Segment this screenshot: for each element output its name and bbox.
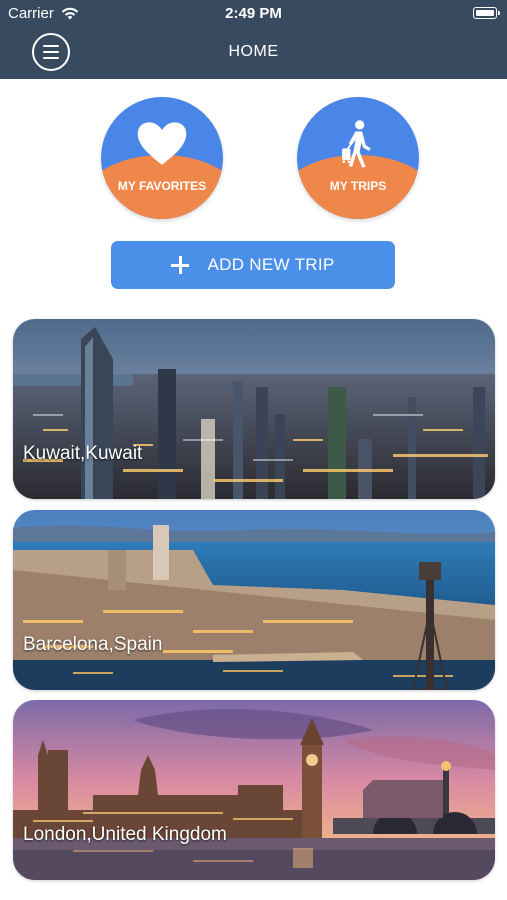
my-trips-label: MY TRIPS (329, 179, 387, 193)
add-new-trip-button[interactable]: ADD NEW TRIP (111, 241, 395, 289)
trip-title: London,United Kingdom (23, 824, 227, 845)
trip-card-barcelona[interactable]: Barcelona,Spain (13, 510, 495, 690)
battery-icon (473, 7, 500, 19)
plus-icon (171, 256, 190, 274)
city-photo (13, 700, 495, 880)
trip-title: Barcelona,Spain (23, 634, 163, 655)
city-photo (13, 319, 495, 499)
trip-card-london[interactable]: London,United Kingdom (13, 700, 495, 880)
my-favorites-label: MY FAVORITES (117, 179, 207, 193)
traveler-icon (342, 120, 371, 168)
my-favorites-button[interactable]: MY FAVORITES (101, 97, 223, 219)
status-time: 2:49 PM (225, 5, 282, 22)
trip-title: Kuwait,Kuwait (23, 443, 143, 464)
add-new-trip-label: ADD NEW TRIP (207, 255, 335, 274)
heart-icon (137, 122, 187, 165)
my-trips-button[interactable]: MY TRIPS (297, 97, 419, 219)
status-bar: Carrier 2:49 PM (0, 0, 507, 28)
navigation-bar: Carrier 2:49 PM HOME (0, 0, 507, 79)
trip-card-kuwait[interactable]: Kuwait,Kuwait (13, 319, 495, 499)
city-photo (13, 510, 495, 690)
page-title: HOME (228, 43, 279, 60)
